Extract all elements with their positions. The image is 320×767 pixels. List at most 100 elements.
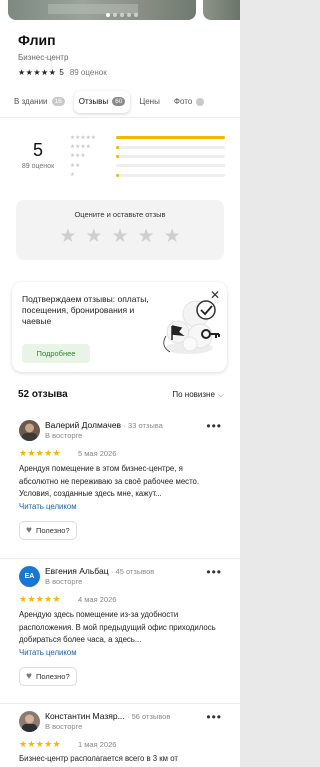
review-author[interactable]: Константин Мазяр... · 56 отзывов (45, 711, 170, 721)
summary-rating-count: 89 оценок (21, 163, 55, 170)
distribution-bar-fill (116, 145, 119, 149)
place-category: Бизнес-центр (18, 53, 69, 62)
author-name: Евгения Альбац (45, 566, 109, 576)
review-author[interactable]: Евгения Альбац · 45 отзывов (45, 566, 154, 576)
sort-label: По новизне (172, 389, 215, 399)
summary-rating-value: 5 (32, 140, 43, 160)
review-item: ЕА Евгения Альбац · 45 отзывов В восторг… (0, 566, 240, 696)
rate-star-3-icon[interactable]: ★ (111, 227, 128, 246)
distribution-bar (116, 154, 225, 158)
author-level: В восторге (45, 722, 83, 731)
heart-icon: ♥ (26, 671, 32, 682)
avatar[interactable]: ЕА (19, 566, 40, 587)
more-options-icon[interactable]: ••• (206, 566, 222, 578)
rate-star-2-icon[interactable]: ★ (85, 227, 102, 246)
tab-reviews[interactable]: Отзывы 60 (73, 90, 131, 113)
place-header: Флип Бизнес-центр ★★★★★ 5 89 оценок (0, 22, 240, 86)
distribution-row: ★★★ (70, 152, 225, 161)
tab-badge (196, 97, 205, 106)
read-more-link[interactable]: Читать целиком (19, 502, 77, 511)
tab-label: Фото (173, 97, 193, 106)
distribution-stars-icon: ★★★ (70, 153, 86, 160)
tab-badge: 16 (51, 97, 65, 106)
rate-stars: ★ ★ ★ ★ ★ (16, 227, 224, 246)
avatar[interactable] (19, 711, 40, 732)
read-more-link[interactable]: Читать целиком (19, 648, 77, 657)
tab-in-building[interactable]: В здании 16 (9, 91, 70, 113)
tab-photos[interactable]: Фото (169, 91, 209, 113)
rating-value: 5 (59, 68, 64, 77)
distribution-stars-icon: ★ (70, 172, 76, 179)
summary-rating: 5 89 оценок (12, 140, 64, 170)
page-title: Флип (18, 32, 56, 48)
rate-star-1-icon[interactable]: ★ (59, 227, 76, 246)
distribution-row: ★★★★ (70, 142, 225, 151)
sort-dropdown[interactable]: По новизне ⌵ (172, 390, 224, 400)
heart-icon: ♥ (26, 525, 32, 536)
review-date: 5 мая 2026 (78, 449, 117, 458)
gallery-dots (106, 13, 138, 17)
distribution-bar (116, 164, 225, 168)
review-text: Арендуя помещение в этом бизнес-центре, … (19, 464, 200, 498)
reviews-section: 52 отзыва По новизне ⌵ Валерий Долмачев ·… (0, 380, 240, 767)
reviews-count: 52 отзыва (18, 389, 68, 400)
tab-label: В здании (14, 97, 48, 106)
distribution-row: ★★ (70, 161, 225, 170)
review-text: Арендую здесь помещение из-за удобности … (19, 610, 216, 644)
author-stats: · 56 отзывов (127, 712, 171, 721)
tab-prices[interactable]: Цены (134, 91, 165, 113)
author-level: В восторге (45, 577, 83, 586)
rating-summary: 5 89 оценок ★★★★★ ★★★★ ★★★ ★★ ★ Оцените и ос… (0, 118, 240, 380)
tab-label: Цены (139, 97, 160, 106)
author-level: В восторге (45, 431, 83, 440)
review-text: Бизнес-центр располагается всего в 3 км … (19, 754, 178, 763)
review-stars-icon: ★★★★★ (19, 594, 61, 604)
author-stats: · 33 отзыва (123, 421, 163, 430)
reviews-header: 52 отзыва По новизне ⌵ (18, 389, 224, 400)
review-stars-icon: ★★★★★ (19, 739, 61, 749)
distribution-bar-fill (116, 154, 119, 158)
distribution-bar (116, 136, 225, 140)
rating-distribution: ★★★★★ ★★★★ ★★★ ★★ ★ (70, 133, 225, 180)
review-date: 1 мая 2026 (78, 740, 117, 749)
promo-more-button[interactable]: Подробнее (22, 344, 90, 363)
author-stats: · 45 отзывов (110, 567, 155, 576)
promo-card: Подтверждаем отзывы: оплаты, посещения, … (12, 282, 227, 372)
rate-star-5-icon[interactable]: ★ (164, 227, 181, 246)
review-stars-icon: ★★★★★ (19, 448, 61, 458)
distribution-bar (116, 173, 225, 177)
promo-text: Подтверждаем отзывы: оплаты, посещения, … (22, 294, 149, 326)
verified-illustration-icon (163, 300, 220, 354)
useful-label: Полезно? (35, 672, 70, 681)
useful-button[interactable]: ♥ Полезно? (19, 667, 77, 686)
distribution-bar-fill (116, 173, 119, 177)
review-author[interactable]: Валерий Долмачев · 33 отзыва (45, 420, 163, 430)
distribution-bar-fill (116, 136, 225, 140)
divider (0, 703, 240, 704)
rate-star-4-icon[interactable]: ★ (138, 227, 155, 246)
more-options-icon[interactable]: ••• (206, 420, 222, 432)
review-item: Константин Мазяр... · 56 отзывов В восто… (0, 711, 240, 767)
tab-bar: В здании 16 Отзывы 60 Цены Фото (0, 86, 240, 118)
gallery-photo[interactable] (203, 0, 240, 20)
chevron-down-icon: ⌵ (217, 389, 224, 399)
review-item: Валерий Долмачев · 33 отзыва В восторге … (0, 420, 240, 550)
rate-prompt-label: Оцените и оставьте отзыв (74, 210, 166, 219)
place-rating[interactable]: ★★★★★ 5 89 оценок (18, 68, 222, 77)
author-name: Валерий Долмачев (45, 420, 122, 430)
avatar[interactable] (19, 420, 40, 441)
distribution-stars-icon: ★★★★★ (70, 134, 97, 141)
more-options-icon[interactable]: ••• (206, 711, 222, 723)
tab-badge: 60 (112, 97, 126, 106)
divider (0, 558, 240, 559)
useful-button[interactable]: ♥ Полезно? (19, 521, 77, 540)
distribution-row: ★ (70, 171, 225, 180)
review-date: 4 мая 2026 (78, 595, 117, 604)
tab-label: Отзывы (78, 97, 109, 106)
author-name: Константин Мазяр... (45, 711, 125, 721)
gallery-photo[interactable] (8, 0, 196, 20)
distribution-row: ★★★★★ (70, 133, 225, 142)
photo-gallery[interactable] (0, 0, 240, 22)
rating-stars-icon: ★★★★★ (18, 68, 57, 77)
useful-label: Полезно? (35, 526, 70, 535)
